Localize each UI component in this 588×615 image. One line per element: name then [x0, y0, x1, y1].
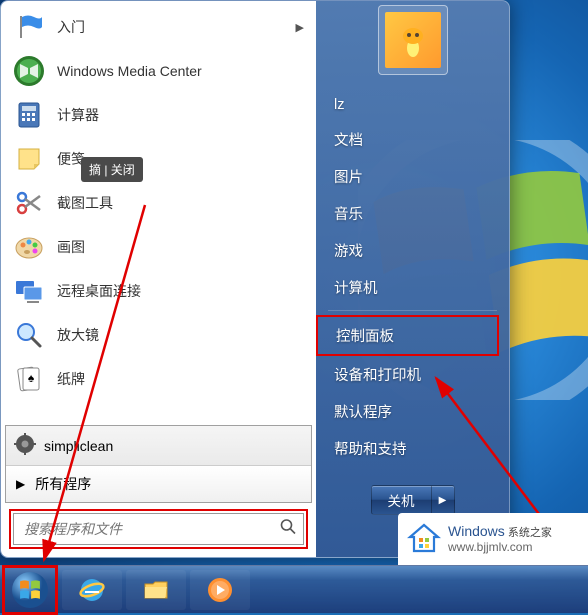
- search-input[interactable]: [13, 513, 304, 545]
- start-menu-left-panel: 入门 ▶ Windows Media Center 计算器 便笺: [1, 1, 316, 557]
- program-label: 画图: [57, 237, 85, 257]
- user-picture-icon: [385, 12, 441, 68]
- right-item-pictures[interactable]: 图片: [316, 158, 509, 195]
- taskbar[interactable]: [0, 565, 588, 613]
- solitaire-icon: ♠: [11, 361, 47, 397]
- all-programs-label: 所有程序: [35, 474, 91, 494]
- program-label: Windows Media Center: [57, 63, 202, 79]
- submenu-arrow-icon: ▶: [296, 21, 304, 34]
- watermark-subtitle: 系统之家: [508, 527, 552, 539]
- watermark-title: Windows: [448, 523, 505, 539]
- user-picture-frame[interactable]: [378, 5, 448, 75]
- shutdown-options-arrow-icon[interactable]: ▶: [432, 486, 454, 514]
- right-item-control-panel[interactable]: 控制面板: [316, 315, 499, 356]
- gear-icon: [14, 433, 36, 458]
- start-button-highlight: [2, 565, 58, 615]
- program-label: 计算器: [57, 105, 99, 125]
- right-item-documents[interactable]: 文档: [316, 121, 509, 158]
- sticky-notes-icon: [11, 141, 47, 177]
- right-item-computer[interactable]: 计算机: [316, 269, 509, 306]
- remote-desktop-icon: [11, 273, 47, 309]
- simpliclean-item[interactable]: simpliclean: [6, 426, 311, 466]
- tooltip: 摘 | 关闭: [81, 157, 143, 182]
- shutdown-label: 关机: [372, 486, 432, 514]
- taskbar-explorer[interactable]: [126, 570, 186, 610]
- flag-icon: [11, 9, 47, 45]
- right-item-user[interactable]: lz: [316, 89, 509, 121]
- bottom-actions: simpliclean ▶ 所有程序: [5, 425, 312, 503]
- right-item-help-support[interactable]: 帮助和支持: [316, 430, 509, 467]
- ie-icon: [77, 575, 107, 605]
- program-label: 纸牌: [57, 369, 85, 389]
- program-item-sticky-notes[interactable]: 便笺: [5, 137, 312, 181]
- separator: [328, 310, 497, 311]
- arrow-right-icon: ▶: [16, 477, 25, 491]
- windows-orb-icon: [10, 570, 50, 610]
- program-list: 入门 ▶ Windows Media Center 计算器 便笺: [5, 5, 312, 425]
- taskbar-media-player[interactable]: [190, 570, 250, 610]
- program-item-paint[interactable]: 画图: [5, 225, 312, 269]
- taskbar-ie[interactable]: [62, 570, 122, 610]
- start-button[interactable]: [7, 570, 53, 610]
- search-icon: [280, 519, 296, 540]
- right-item-games[interactable]: 游戏: [316, 232, 509, 269]
- start-menu-right-panel: lz 文档 图片 音乐 游戏 计算机 控制面板 设备和打印机 默认程序 帮助和支…: [316, 1, 509, 557]
- search-highlight-box: [9, 509, 308, 549]
- folder-icon: [141, 575, 171, 605]
- right-item-music[interactable]: 音乐: [316, 195, 509, 232]
- program-item-remote-desktop[interactable]: 远程桌面连接: [5, 269, 312, 313]
- program-item-calculator[interactable]: 计算器: [5, 93, 312, 137]
- shutdown-row: 关机 ▶: [316, 485, 509, 515]
- paint-palette-icon: [11, 229, 47, 265]
- program-label: 入门: [57, 17, 85, 37]
- program-label: 截图工具: [57, 193, 113, 213]
- program-label: 放大镜: [57, 325, 99, 345]
- magnifier-icon: [11, 317, 47, 353]
- simpliclean-label: simpliclean: [44, 438, 113, 454]
- start-menu: 入门 ▶ Windows Media Center 计算器 便笺: [0, 0, 510, 558]
- house-icon: [406, 521, 442, 557]
- program-item-solitaire[interactable]: ♠ 纸牌: [5, 357, 312, 401]
- program-item-magnifier[interactable]: 放大镜: [5, 313, 312, 357]
- watermark: Windows 系统之家 www.bjjmlv.com: [398, 513, 588, 565]
- media-player-icon: [205, 575, 235, 605]
- right-item-default-programs[interactable]: 默认程序: [316, 393, 509, 430]
- program-item-getting-started[interactable]: 入门 ▶: [5, 5, 312, 49]
- program-item-media-center[interactable]: Windows Media Center: [5, 49, 312, 93]
- calculator-icon: [11, 97, 47, 133]
- all-programs-button[interactable]: ▶ 所有程序: [6, 466, 311, 502]
- program-item-snipping-tool[interactable]: 截图工具: [5, 181, 312, 225]
- scissors-icon: [11, 185, 47, 221]
- svg-text:♠: ♠: [28, 371, 35, 385]
- media-center-icon: [11, 53, 47, 89]
- shutdown-button[interactable]: 关机 ▶: [371, 485, 455, 515]
- program-label: 远程桌面连接: [57, 281, 141, 301]
- right-item-devices-printers[interactable]: 设备和打印机: [316, 356, 509, 393]
- watermark-url: www.bjjmlv.com: [448, 540, 552, 554]
